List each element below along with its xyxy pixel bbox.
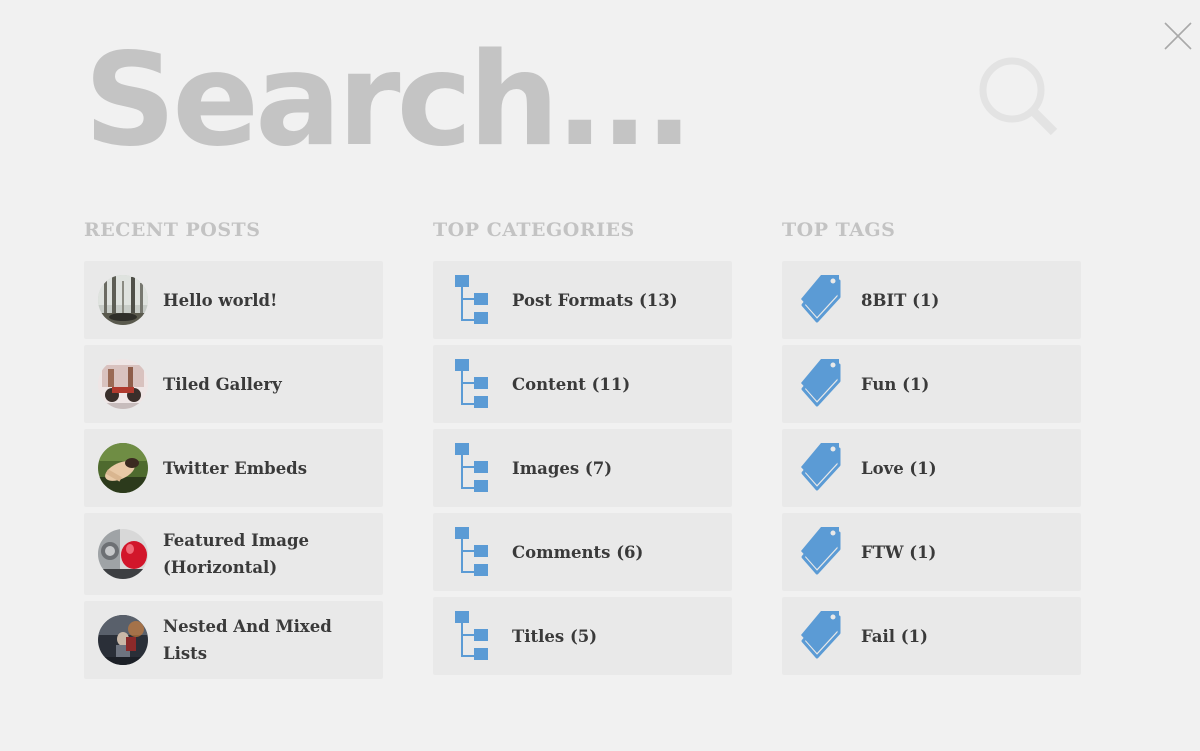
- post-title: Twitter Embeds: [163, 458, 308, 478]
- category-tree-icon: [447, 359, 497, 409]
- search-overlay: RECENT POSTS Hello world!: [0, 0, 1200, 751]
- category-label: Comments (6): [512, 542, 644, 562]
- recent-post-item[interactable]: Hello world!: [84, 261, 383, 339]
- category-label: Titles (5): [512, 626, 598, 646]
- post-thumbnail: [98, 615, 148, 665]
- top-tags-column: TOP TAGS 8BIT (1) Fun (1) Love (1) FTW (…: [782, 219, 1081, 681]
- tag-item[interactable]: FTW (1): [782, 513, 1081, 591]
- recent-post-item[interactable]: Twitter Embeds: [84, 429, 383, 507]
- category-label: Post Formats (13): [512, 290, 678, 310]
- tag-item[interactable]: Fun (1): [782, 345, 1081, 423]
- post-thumbnail: [98, 359, 148, 409]
- top-categories-column: TOP CATEGORIES Post Formats (13) Content…: [433, 219, 732, 681]
- recent-posts-column: RECENT POSTS Hello world! Tiled Gallery …: [84, 219, 383, 685]
- post-title: Hello world!: [163, 290, 278, 310]
- tag-item[interactable]: Fail (1): [782, 597, 1081, 675]
- search-button[interactable]: [979, 57, 1059, 137]
- tag-label: Love (1): [861, 458, 937, 478]
- category-tree-icon: [447, 275, 497, 325]
- top-categories-heading: TOP CATEGORIES: [433, 219, 635, 241]
- tag-item[interactable]: Love (1): [782, 429, 1081, 507]
- tags-icon: [796, 275, 846, 325]
- category-item[interactable]: Content (11): [433, 345, 732, 423]
- post-thumbnail: [98, 443, 148, 493]
- category-tree-icon: [447, 527, 497, 577]
- category-tree-icon: [447, 443, 497, 493]
- search-icon: [979, 57, 1058, 136]
- tags-icon: [796, 359, 846, 409]
- tag-item[interactable]: 8BIT (1): [782, 261, 1081, 339]
- top-tags-heading: TOP TAGS: [782, 219, 896, 241]
- recent-post-item[interactable]: Tiled Gallery: [84, 345, 383, 423]
- post-thumbnail: [98, 275, 148, 325]
- recent-post-item[interactable]: Nested And Mixed Lists: [84, 601, 383, 679]
- recent-posts-heading: RECENT POSTS: [84, 219, 261, 241]
- post-thumbnail: [98, 529, 148, 579]
- tag-label: 8BIT (1): [861, 290, 940, 310]
- category-label: Content (11): [512, 374, 631, 394]
- category-label: Images (7): [512, 458, 613, 478]
- tag-label: Fail (1): [861, 626, 928, 646]
- post-title: Nested And Mixed Lists: [163, 617, 332, 663]
- post-title: Featured Image (Horizontal): [163, 531, 309, 577]
- close-button[interactable]: [1162, 20, 1194, 52]
- category-item[interactable]: Images (7): [433, 429, 732, 507]
- category-item[interactable]: Post Formats (13): [433, 261, 732, 339]
- search-input[interactable]: [84, 30, 964, 170]
- category-item[interactable]: Titles (5): [433, 597, 732, 675]
- recent-post-item[interactable]: Featured Image (Horizontal): [84, 513, 383, 595]
- tags-icon: [796, 527, 846, 577]
- tag-label: Fun (1): [861, 374, 930, 394]
- close-icon: [1164, 22, 1192, 50]
- tag-label: FTW (1): [861, 542, 937, 562]
- search-bar: [84, 30, 1084, 170]
- tags-icon: [796, 443, 846, 493]
- category-item[interactable]: Comments (6): [433, 513, 732, 591]
- category-tree-icon: [447, 611, 497, 661]
- tags-icon: [796, 611, 846, 661]
- post-title: Tiled Gallery: [163, 374, 282, 394]
